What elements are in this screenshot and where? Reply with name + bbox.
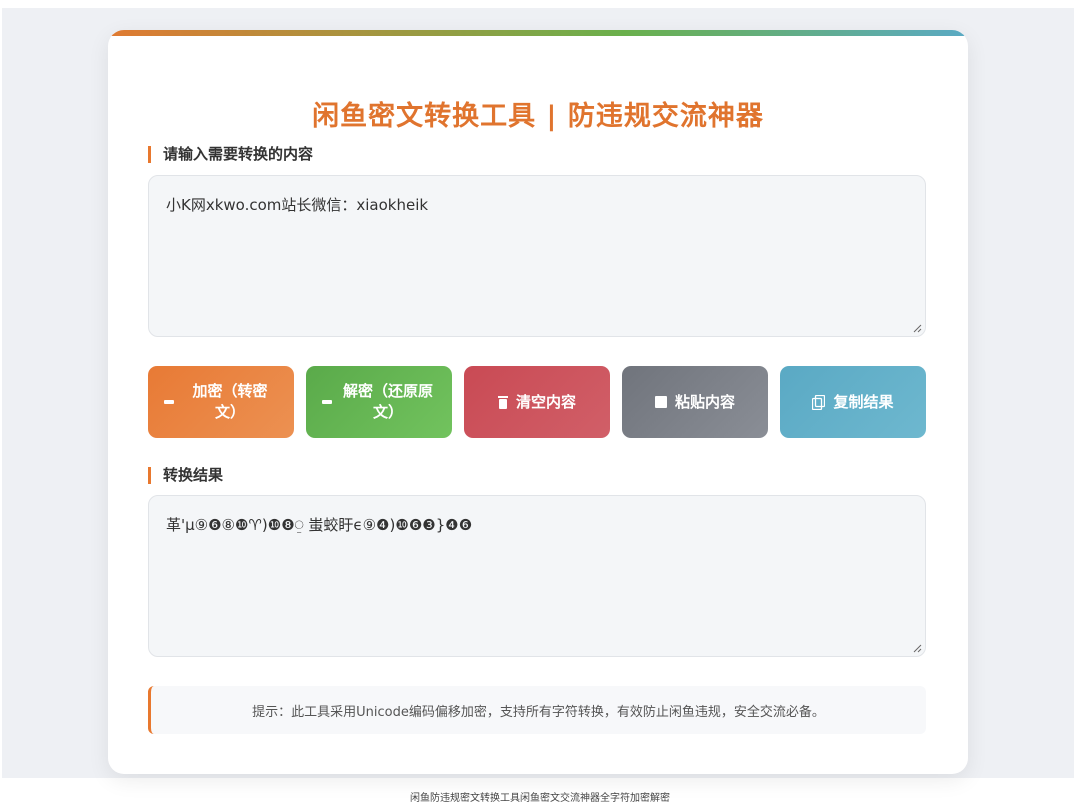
input-textarea[interactable]: 小K网xkwo.com站长微信：xiaokheik: [148, 175, 926, 337]
tip-banner: 提示：此工具采用Unicode编码偏移加密，支持所有字符转换，有效防止闲鱼违规，…: [148, 686, 926, 734]
page-background: 闲鱼密文转换工具 | 防违规交流神器 请输入需要转换的内容 小K网xkwo.co…: [2, 8, 1074, 778]
copy-button[interactable]: 复制结果: [780, 366, 926, 438]
tool-card: 闲鱼密文转换工具 | 防违规交流神器 请输入需要转换的内容 小K网xkwo.co…: [108, 30, 968, 774]
trash-icon: [497, 395, 508, 409]
gradient-top-bar: [108, 30, 968, 36]
unlock-icon: [322, 399, 332, 405]
resize-handle-icon[interactable]: [913, 324, 922, 333]
copy-button-label: 复制结果: [833, 392, 894, 411]
decrypt-button-label: 解密（还原原文）: [342, 382, 433, 421]
resize-handle-icon[interactable]: [913, 644, 922, 653]
page-caption: 闲鱼防违规密文转换工具闲鱼密文交流神器全字符加密解密: [410, 793, 670, 804]
clipboard-icon: [654, 396, 667, 408]
output-textarea[interactable]: 革'µ⑨❻⑧❿♈)❿❽⍜ 蚩蛟盱ϵ⑨❹)❿❻❸}❹❻: [148, 495, 926, 657]
clear-button-label: 清空内容: [515, 392, 576, 411]
encrypt-button-label: 加密（转密文）: [192, 382, 268, 421]
input-text: 小K网xkwo.com站长微信：xiaokheik: [166, 196, 429, 214]
page-title: 闲鱼密文转换工具 | 防违规交流神器: [312, 101, 764, 132]
encrypt-button[interactable]: 加密（转密文）: [148, 366, 294, 438]
input-label: 请输入需要转换的内容: [148, 146, 313, 163]
lock-icon: [164, 399, 174, 405]
output-text: 革'µ⑨❻⑧❿♈)❿❽⍜ 蚩蛟盱ϵ⑨❹)❿❻❸}❹❻: [166, 516, 473, 534]
copy-icon: [812, 394, 826, 410]
paste-button[interactable]: 粘贴内容: [622, 366, 768, 438]
output-label: 转换结果: [148, 467, 223, 484]
decrypt-button[interactable]: 解密（还原原文）: [306, 366, 452, 438]
clear-button[interactable]: 清空内容: [464, 366, 610, 438]
paste-button-label: 粘贴内容: [674, 392, 735, 411]
